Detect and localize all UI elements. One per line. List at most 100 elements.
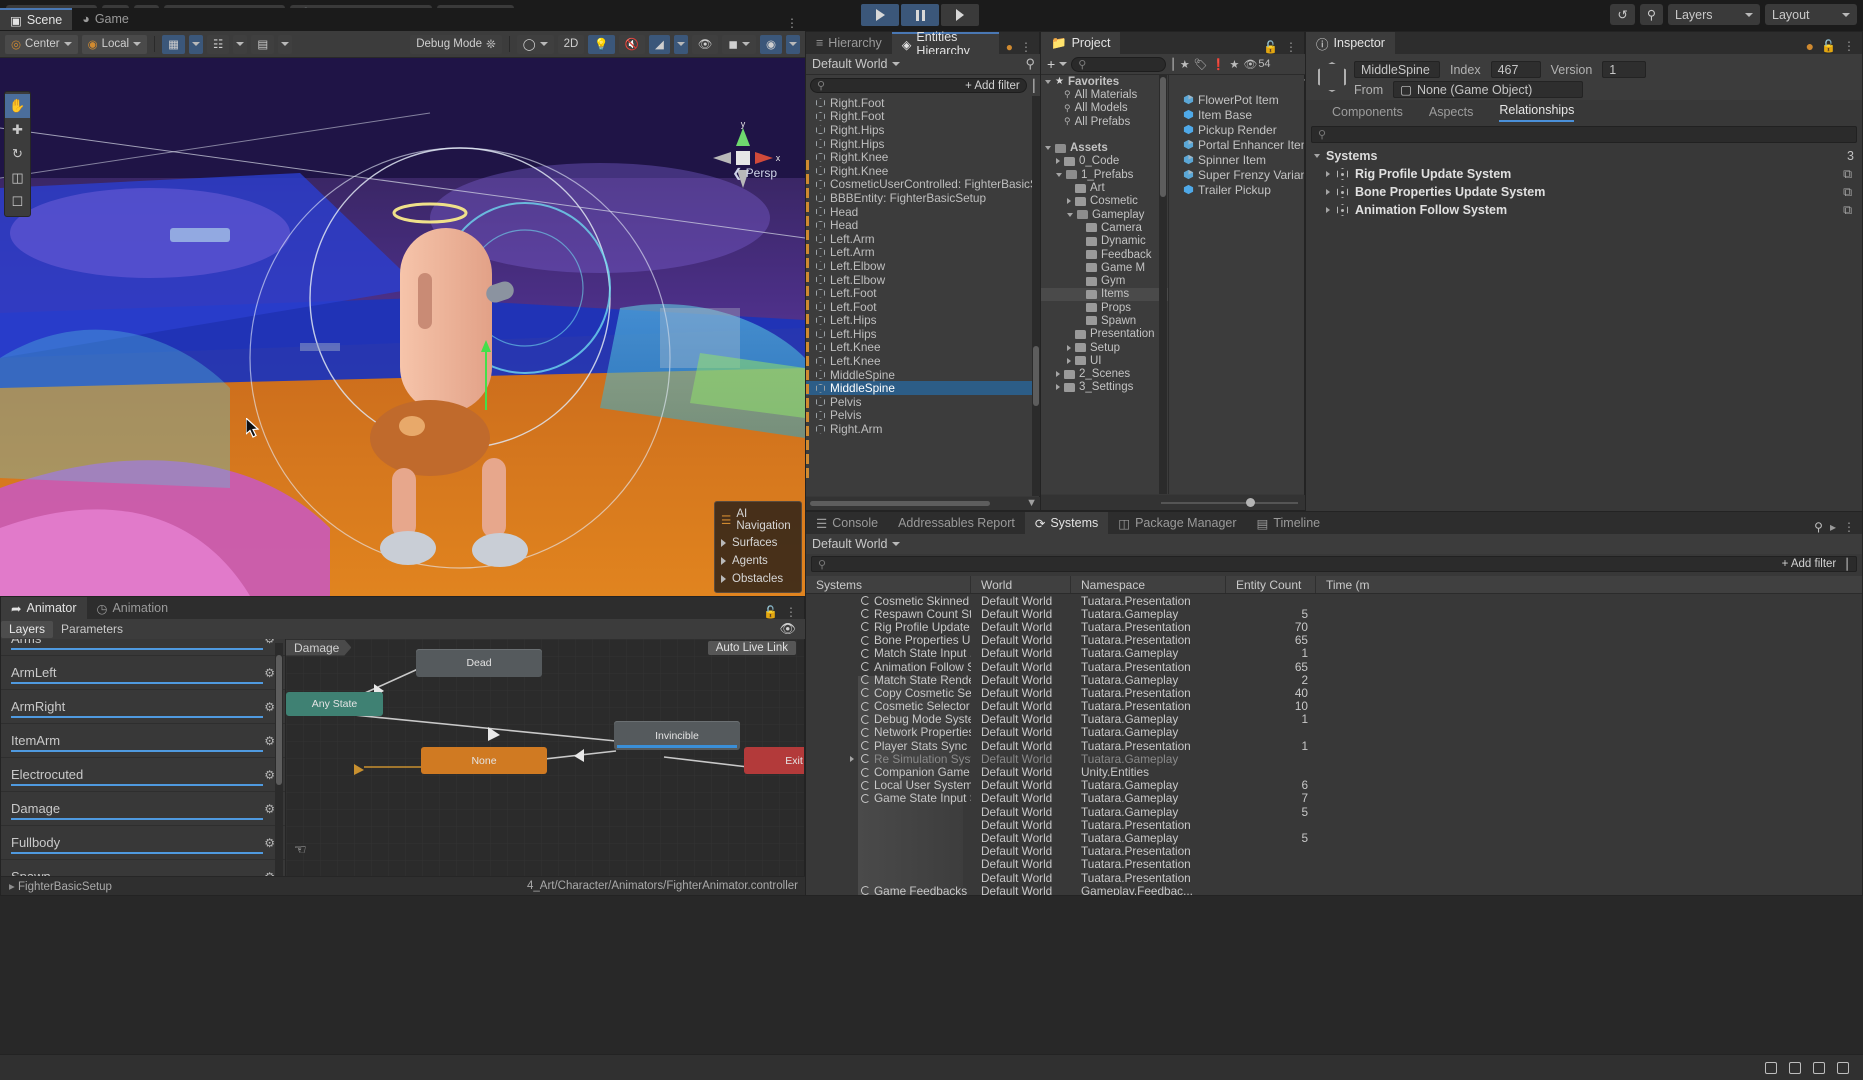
project-asset-row[interactable]: Spinner Item bbox=[1169, 152, 1304, 167]
systems-table-row[interactable]: Debug Mode SystemDefault WorldTuatara.Ga… bbox=[806, 713, 1862, 726]
gear-icon[interactable]: ⚙ bbox=[264, 666, 275, 680]
open-in-window-icon[interactable]: ⎮ bbox=[1844, 558, 1850, 571]
entity-row[interactable]: Left.Hips bbox=[806, 327, 1041, 341]
animator-layer-row[interactable]: Electrocuted⚙ bbox=[1, 758, 285, 792]
search-icon[interactable]: ⚲ bbox=[1814, 520, 1823, 534]
tab-game[interactable]: ◕ Game bbox=[72, 8, 139, 30]
systems-table-row[interactable]: Bone Properties Up...Default WorldTuatar… bbox=[806, 634, 1862, 647]
entity-index-field[interactable]: 467 bbox=[1491, 61, 1541, 78]
hierarchy-search-input[interactable]: ⚲ + Add filter bbox=[810, 78, 1027, 93]
entity-version-field[interactable]: 1 bbox=[1602, 61, 1646, 78]
thumbnail-size-slider[interactable] bbox=[1161, 502, 1298, 504]
state-node-dead[interactable]: Dead bbox=[416, 649, 542, 677]
project-asset-row[interactable]: Super Frenzy Variant bbox=[1169, 167, 1304, 182]
animator-layer-row[interactable]: Damage⚙ bbox=[1, 792, 285, 826]
tab-entities-hierarchy[interactable]: ◈ Entities Hierarchy bbox=[892, 32, 999, 54]
systems-table-row[interactable]: Default WorldTuatara.Presentation bbox=[806, 818, 1862, 831]
entity-row[interactable]: Left.Elbow bbox=[806, 259, 1041, 273]
thumbnail-size-knob[interactable] bbox=[1246, 498, 1255, 507]
project-tree-row[interactable]: Gameplay bbox=[1041, 208, 1168, 221]
world-dropdown[interactable]: Default World bbox=[812, 57, 900, 71]
kebab-menu-icon[interactable]: ⋮ bbox=[786, 16, 798, 30]
state-node-invincible[interactable]: Invincible bbox=[614, 721, 740, 750]
project-asset-row[interactable]: Item Base bbox=[1169, 107, 1304, 122]
entity-row-selected[interactable]: MiddleSpine bbox=[806, 381, 1041, 395]
chevron-down-icon[interactable] bbox=[1045, 146, 1051, 150]
entity-row[interactable]: Right.Arm bbox=[806, 422, 1041, 436]
entity-row[interactable]: MiddleSpine bbox=[806, 368, 1041, 382]
grid-snap-dropdown[interactable] bbox=[189, 35, 203, 54]
entity-row[interactable]: Right.Hips bbox=[806, 123, 1041, 137]
entity-row[interactable]: Pelvis bbox=[806, 395, 1041, 409]
eye-icon[interactable]: 👁 bbox=[779, 621, 796, 637]
systems-add-filter[interactable]: + Add filter bbox=[1782, 558, 1837, 570]
systems-table-row[interactable]: Match State Rende...Default WorldTuatara… bbox=[806, 673, 1862, 686]
tab-systems[interactable]: ⟳ Systems bbox=[1025, 512, 1108, 534]
systems-table-row[interactable]: Local User SystemDefault WorldTuatara.Ga… bbox=[806, 779, 1862, 792]
scene-lighting-button[interactable]: 💡 bbox=[588, 35, 614, 54]
settings-icon[interactable] bbox=[1837, 1062, 1849, 1074]
systems-table-row[interactable]: Re Simulation Syst...Default WorldTuatar… bbox=[806, 752, 1862, 765]
project-tree-row[interactable] bbox=[1041, 128, 1168, 141]
entity-row[interactable]: Left.Elbow bbox=[806, 273, 1041, 287]
gizmos-button[interactable]: ◉ bbox=[760, 35, 782, 54]
column-systems[interactable]: Systems bbox=[806, 576, 971, 593]
tab-animation[interactable]: ◷ Animation bbox=[87, 597, 179, 619]
add-filter-label[interactable]: + Add filter bbox=[965, 80, 1020, 92]
global-search-button[interactable]: ⚲ bbox=[1640, 4, 1663, 25]
entity-row[interactable]: Left.Knee bbox=[806, 341, 1041, 355]
inspector-system-row[interactable]: Bone Properties Update System⧉ bbox=[1306, 183, 1862, 201]
inspector-system-row[interactable]: Rig Profile Update System⧉ bbox=[1306, 165, 1862, 183]
from-object-field[interactable]: ▢ None (Game Object) bbox=[1393, 81, 1583, 98]
project-tree-row[interactable]: Assets bbox=[1041, 141, 1168, 154]
camera-settings-button[interactable]: ◼ bbox=[722, 35, 756, 54]
favorite-filter-icon[interactable]: ★ bbox=[1229, 58, 1239, 71]
gear-icon[interactable]: ⚙ bbox=[264, 802, 275, 816]
animator-state-graph[interactable]: Dead Any State None Invincible Exit ☜ bbox=[286, 639, 804, 895]
project-tree-row[interactable]: 2_Scenes bbox=[1041, 368, 1168, 381]
entity-row[interactable]: Left.Foot bbox=[806, 300, 1041, 314]
cloud-build-icon[interactable] bbox=[1789, 1062, 1801, 1074]
chevron-right-icon[interactable] bbox=[1326, 171, 1330, 177]
systems-table-rows[interactable]: Cosmetic Skinned ...Default WorldTuatara… bbox=[806, 594, 1862, 895]
entity-row[interactable]: Pelvis bbox=[806, 409, 1041, 423]
entity-row[interactable]: Head bbox=[806, 218, 1041, 232]
projection-mode-label[interactable]: ❮ Persp bbox=[732, 166, 777, 180]
layers-dropdown[interactable]: Layers bbox=[1668, 4, 1760, 25]
search-icon[interactable]: ⚲ bbox=[1025, 56, 1035, 72]
chevron-right-icon[interactable] bbox=[1056, 158, 1060, 164]
entity-row[interactable]: CosmeticUserControlled: FighterBasicSetu… bbox=[806, 178, 1041, 192]
systems-table-row[interactable]: Companion Game ...Default WorldUnity.Ent… bbox=[806, 765, 1862, 778]
tab-aspects[interactable]: Aspects bbox=[1429, 105, 1473, 122]
play-button[interactable] bbox=[861, 4, 899, 26]
scene-viewport[interactable]: ✋ ✚ ↻ ◫ ☐ y x ❮ Persp ☰ AI bbox=[0, 58, 805, 596]
systems-table-row[interactable]: Rig Profile Update ...Default WorldTuata… bbox=[806, 620, 1862, 633]
tab-console[interactable]: ☰ Console bbox=[806, 512, 888, 534]
entity-row[interactable]: Left.Arm bbox=[806, 246, 1041, 260]
project-tree-row[interactable]: Setup bbox=[1041, 341, 1168, 354]
chevron-down-icon[interactable] bbox=[1056, 173, 1062, 177]
rotate-tool-button[interactable]: ↻ bbox=[5, 142, 30, 166]
chevron-right-icon[interactable] bbox=[1326, 207, 1330, 213]
animator-layer-list[interactable]: + Arms⚙ArmLeft⚙ArmRight⚙ItemArm⚙Electroc… bbox=[1, 639, 286, 895]
entity-row[interactable]: Left.Foot bbox=[806, 286, 1041, 300]
ai-nav-item-surfaces[interactable]: Surfaces bbox=[715, 534, 801, 552]
lock-icon[interactable]: 🔓 bbox=[763, 605, 778, 619]
hidden-count-badge[interactable]: 👁54 bbox=[1243, 58, 1270, 71]
project-asset-row[interactable]: Trailer Pickup bbox=[1169, 182, 1304, 197]
state-node-any-state[interactable]: Any State bbox=[286, 692, 383, 716]
move-tool-button[interactable]: ✚ bbox=[5, 118, 30, 142]
systems-search-input[interactable]: ⚲ + Add filter ⎮ bbox=[811, 556, 1857, 572]
grid-snap-button[interactable]: ▦ bbox=[162, 35, 185, 54]
entity-row[interactable]: Head bbox=[806, 205, 1041, 219]
project-tree-row[interactable]: 0_Code bbox=[1041, 155, 1168, 168]
hierarchy-horizontal-scrollbar[interactable]: ▼ bbox=[806, 497, 1041, 510]
project-asset-row[interactable]: Pickup Render bbox=[1169, 122, 1304, 137]
open-window-icon[interactable]: ⧉ bbox=[1843, 167, 1852, 182]
project-tree-row[interactable]: ⚲All Materials bbox=[1041, 88, 1168, 101]
animator-layer-row[interactable]: Arms⚙ bbox=[1, 639, 285, 656]
layout-dropdown[interactable]: Layout bbox=[1765, 4, 1857, 25]
fx-dropdown[interactable] bbox=[674, 35, 688, 54]
project-tree-row[interactable]: Items bbox=[1041, 288, 1168, 301]
collab-icon[interactable] bbox=[1765, 1062, 1777, 1074]
